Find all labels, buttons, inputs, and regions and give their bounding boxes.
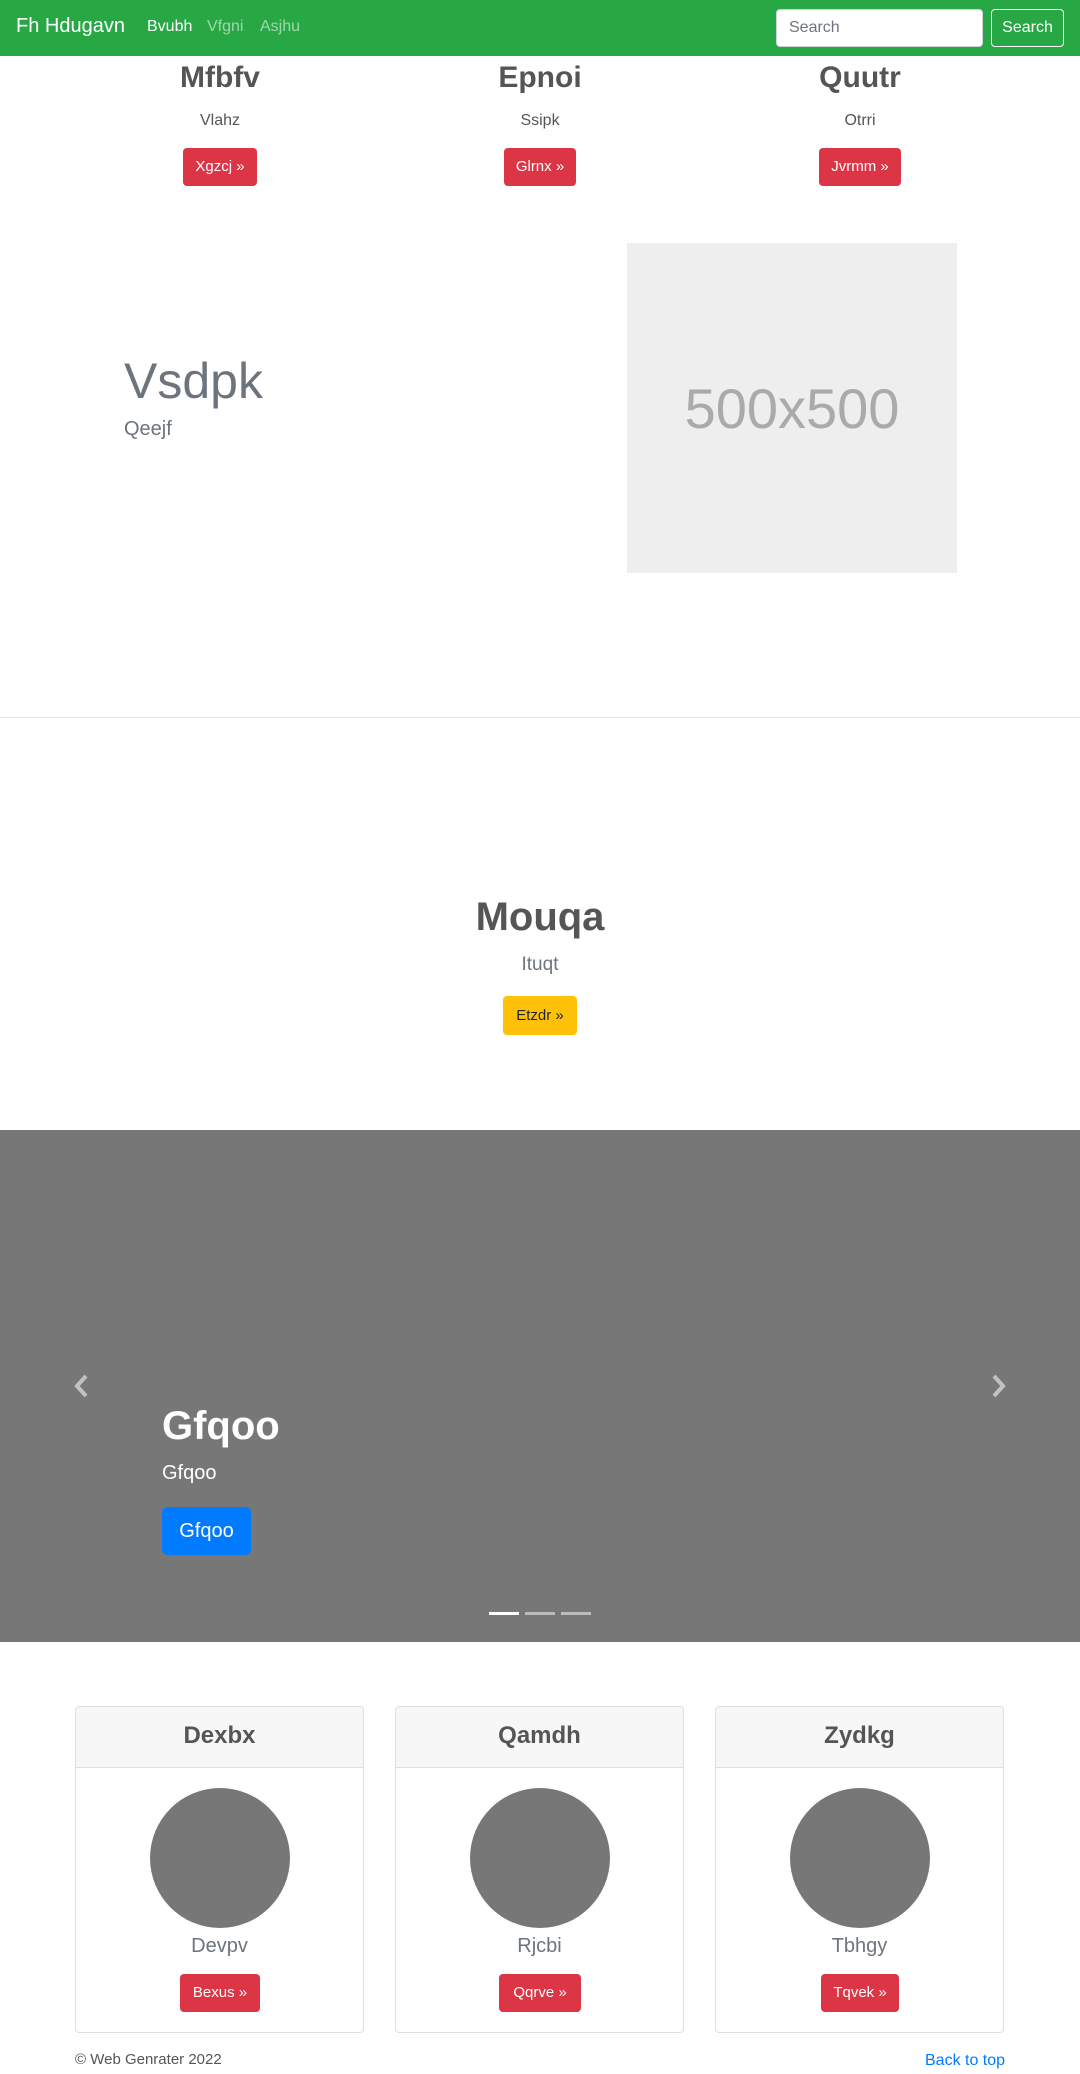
card-button[interactable]: Qqrve » xyxy=(499,1974,581,2012)
nav-link-asjhu[interactable]: Asjhu xyxy=(260,18,300,36)
profile-card: Zydkg Tbhgy Tqvek » xyxy=(715,1706,1004,2033)
avatar xyxy=(790,1788,930,1928)
card-name: Rjcbi xyxy=(517,1935,562,1957)
card-name: Tbhgy xyxy=(831,1935,888,1957)
feature-title: Mfbfv xyxy=(180,61,260,94)
search-button[interactable]: Search xyxy=(991,9,1064,47)
hero-title: Vsdpk xyxy=(124,353,263,409)
carousel-button[interactable]: Gfqoo xyxy=(162,1507,251,1555)
carousel-indicator[interactable] xyxy=(525,1612,555,1615)
feature-title: Epnoi xyxy=(498,61,582,94)
feature-title: Quutr xyxy=(819,61,901,94)
carousel-next-control[interactable] xyxy=(986,1372,1010,1400)
cta-subtitle: Ituqt xyxy=(521,954,559,975)
search-input[interactable] xyxy=(776,9,983,47)
footer-copyright: © Web Genrater 2022 xyxy=(75,2051,222,2068)
carousel-title: Gfqoo xyxy=(162,1404,280,1448)
feature-column: Epnoi Ssipk Glrnx » xyxy=(390,56,690,186)
feature-text: Ssipk xyxy=(520,112,560,129)
feature-button[interactable]: Glrnx » xyxy=(503,148,577,186)
carousel-prev-control[interactable] xyxy=(70,1372,94,1400)
feature-text: Otrri xyxy=(844,112,876,129)
chevron-right-icon xyxy=(992,1374,1006,1398)
brand-link[interactable]: Fh Hdugavn xyxy=(16,15,125,38)
card-header: Zydkg xyxy=(716,1707,1003,1768)
chevron-left-icon xyxy=(74,1374,88,1398)
back-to-top-link[interactable]: Back to top xyxy=(925,2052,1005,2070)
carousel-indicator[interactable] xyxy=(561,1612,591,1615)
hero-placeholder-image: 500x500 xyxy=(627,243,957,573)
avatar xyxy=(150,1788,290,1928)
feature-column: Mfbfv Vlahz Xgzcj » xyxy=(70,56,370,186)
card-header: Qamdh xyxy=(396,1707,683,1768)
nav-link-vfgni[interactable]: Vfgni xyxy=(207,18,243,36)
feature-text: Vlahz xyxy=(199,112,241,129)
cta-title: Mouqa xyxy=(475,895,605,939)
feature-button[interactable]: Jvrmm » xyxy=(819,148,901,186)
profile-card: Qamdh Rjcbi Qqrve » xyxy=(395,1706,684,2033)
placeholder-image-label: 500x500 xyxy=(684,376,900,440)
top-navbar: Fh Hdugavn Bvubh Vfgni Asjhu Search xyxy=(0,0,1080,56)
hero-subtitle: Qeejf xyxy=(124,418,172,440)
profile-card: Dexbx Devpv Bexus » xyxy=(75,1706,364,2033)
carousel: Gfqoo Gfqoo Gfqoo xyxy=(0,1130,1080,1642)
avatar xyxy=(470,1788,610,1928)
cta-button[interactable]: Etzdr » xyxy=(503,996,577,1035)
card-name: Devpv xyxy=(191,1935,248,1957)
card-button[interactable]: Tqvek » xyxy=(821,1974,899,2012)
card-header: Dexbx xyxy=(76,1707,363,1768)
nav-link-bvubh[interactable]: Bvubh xyxy=(147,18,192,36)
section-divider xyxy=(0,717,1080,718)
feature-button[interactable]: Xgzcj » xyxy=(183,148,257,186)
card-button[interactable]: Bexus » xyxy=(180,1974,260,2012)
carousel-subtitle: Gfqoo xyxy=(162,1462,217,1484)
carousel-indicator[interactable] xyxy=(489,1612,519,1615)
feature-column: Quutr Otrri Jvrmm » xyxy=(710,56,1010,186)
